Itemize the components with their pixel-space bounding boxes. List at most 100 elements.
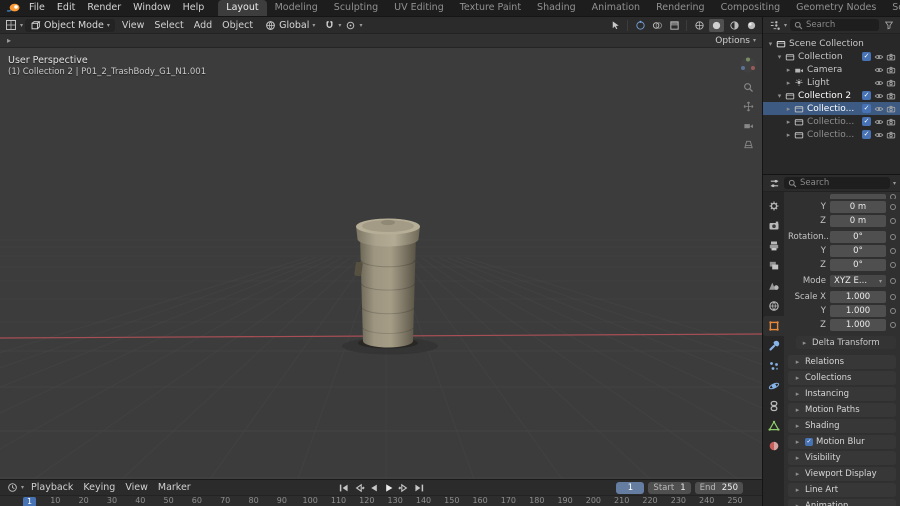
disable-in-renders-camera-icon[interactable] — [885, 104, 897, 114]
filter-icon[interactable] — [882, 19, 896, 32]
animate-decorator[interactable] — [890, 278, 896, 284]
outliner-row-collectio[interactable]: ▸ Collectio... ✓ — [763, 102, 900, 115]
properties-tab-render[interactable] — [763, 216, 784, 236]
jump-to-next-keyframe-button[interactable] — [397, 482, 410, 493]
animate-decorator[interactable] — [890, 308, 896, 314]
workspace-tab-uv-editing[interactable]: UV Editing — [386, 0, 452, 16]
panel-shading[interactable]: ▸ Shading — [788, 419, 896, 433]
animate-decorator[interactable] — [890, 194, 896, 199]
tool-settings-expand-icon[interactable]: ▸ — [7, 36, 11, 45]
disclosure-icon[interactable]: ▸ — [784, 105, 793, 113]
value-field-z[interactable]: 1.000 — [830, 319, 886, 331]
hide-in-viewport-eye-icon[interactable] — [873, 104, 885, 114]
properties-tab-object[interactable] — [763, 316, 784, 336]
properties-tab-world[interactable] — [763, 296, 784, 316]
show-overlays-icon[interactable] — [650, 19, 664, 32]
properties-tab-scene[interactable] — [763, 276, 784, 296]
disclosure-icon[interactable]: ▸ — [784, 131, 793, 139]
value-field[interactable] — [830, 194, 886, 199]
value-field-y[interactable]: 1.000 — [830, 305, 886, 317]
editor-type-timeline-icon[interactable] — [5, 481, 19, 494]
play-reverse-button[interactable] — [367, 482, 380, 493]
workspace-tab-sculpting[interactable]: Sculpting — [326, 0, 386, 16]
jump-to-start-button[interactable] — [337, 482, 350, 493]
mode-dropdown[interactable]: Object Mode ▾ — [25, 18, 115, 32]
disclosure-icon[interactable]: ▾ — [775, 53, 784, 61]
workspace-tab-compositing[interactable]: Compositing — [713, 0, 789, 16]
frame-end-field[interactable]: End 250 — [694, 481, 743, 494]
editor-type-dropdown-icon[interactable]: ▾ — [21, 484, 24, 491]
panel-motion-paths[interactable]: ▸ Motion Paths — [788, 403, 896, 417]
hide-in-viewport-eye-icon[interactable] — [873, 91, 885, 101]
properties-tab-output[interactable] — [763, 236, 784, 256]
timeline-menu-marker[interactable]: Marker — [153, 481, 196, 494]
editor-type-dropdown-icon[interactable]: ▾ — [20, 22, 23, 29]
panel-visibility[interactable]: ▸ Visibility — [788, 451, 896, 465]
value-field-z[interactable]: 0 m — [830, 215, 886, 227]
disable-in-renders-camera-icon[interactable] — [885, 117, 897, 127]
outliner-row-light[interactable]: ▸ Light — [763, 76, 900, 89]
panel-instancing[interactable]: ▸ Instancing — [788, 387, 896, 401]
value-field-y[interactable]: 0° — [830, 245, 886, 257]
workspace-tab-scripting[interactable]: Scripting — [884, 0, 900, 16]
menu-file[interactable]: File — [23, 0, 51, 15]
shading-material-icon[interactable] — [727, 19, 741, 32]
properties-tab-view-layer[interactable] — [763, 256, 784, 276]
properties-tab-constraints[interactable] — [763, 396, 784, 416]
exclude-checkbox[interactable]: ✓ — [862, 52, 871, 61]
animate-decorator[interactable] — [890, 204, 896, 210]
frame-start-field[interactable]: Start 1 — [648, 481, 691, 494]
pan-icon[interactable] — [743, 101, 754, 112]
menu-window[interactable]: Window — [127, 0, 176, 15]
show-gizmo-icon[interactable] — [633, 19, 647, 32]
workspace-tab-modeling[interactable]: Modeling — [267, 0, 326, 16]
play-button[interactable] — [382, 482, 395, 493]
outliner-row-scene-collection[interactable]: ▾ Scene Collection — [763, 37, 900, 50]
exclude-checkbox[interactable]: ✓ — [862, 130, 871, 139]
editor-type-dropdown-icon[interactable]: ▾ — [784, 22, 787, 29]
current-frame-field[interactable]: 1 — [616, 481, 645, 494]
panel-animation[interactable]: ▸ Animation — [788, 499, 896, 506]
shading-rendered-icon[interactable] — [744, 19, 758, 32]
perspective-toggle-icon[interactable] — [743, 139, 754, 150]
properties-tab-physics[interactable] — [763, 376, 784, 396]
properties-options-icon[interactable]: ▾ — [893, 180, 896, 187]
workspace-tab-texture-paint[interactable]: Texture Paint — [452, 0, 529, 16]
editor-type-outliner-icon[interactable] — [767, 19, 781, 32]
properties-tab-modifiers[interactable] — [763, 336, 784, 356]
camera-view-icon[interactable] — [743, 120, 754, 131]
workspace-tab-geometry-nodes[interactable]: Geometry Nodes — [788, 0, 884, 16]
motion-blur-checkbox[interactable]: ✓ — [805, 438, 813, 446]
editor-type-properties-icon[interactable] — [767, 177, 781, 190]
timeline-menu-keying[interactable]: Keying — [78, 481, 120, 494]
disclosure-icon[interactable]: ▸ — [784, 66, 793, 74]
3d-viewport[interactable]: User Perspective (1) Collection 2 | P01_… — [0, 48, 762, 479]
value-field-z[interactable]: 0° — [830, 259, 886, 271]
proportional-dropdown-icon[interactable]: ▾ — [359, 22, 362, 29]
value-field-y[interactable]: 0 m — [830, 201, 886, 213]
menu-edit[interactable]: Edit — [51, 0, 81, 15]
panel-motion-blur[interactable]: ▸ ✓ Motion Blur — [788, 435, 896, 449]
viewport-menu-view[interactable]: View — [117, 19, 150, 32]
selectability-icon[interactable] — [608, 19, 622, 32]
properties-search-input[interactable]: Search — [784, 177, 890, 189]
menu-render[interactable]: Render — [81, 0, 127, 15]
value-field-rotation[interactable]: 0° — [830, 231, 886, 243]
properties-tab-material[interactable] — [763, 436, 784, 456]
timeline-menu-playback[interactable]: Playback — [26, 481, 78, 494]
outliner-row-camera[interactable]: ▸ Camera — [763, 63, 900, 76]
animate-decorator[interactable] — [890, 322, 896, 328]
hide-in-viewport-eye-icon[interactable] — [873, 117, 885, 127]
zoom-icon[interactable] — [743, 82, 754, 93]
timeline-playhead[interactable]: 1 — [23, 496, 37, 506]
disclosure-icon[interactable]: ▸ — [784, 79, 793, 87]
disable-in-renders-camera-icon[interactable] — [885, 78, 897, 88]
menu-help[interactable]: Help — [177, 0, 211, 15]
proportional-editing-toggle[interactable] — [343, 19, 357, 32]
outliner-row-collection[interactable]: ▾ Collection ✓ — [763, 50, 900, 63]
options-dropdown[interactable]: Options ▾ — [715, 36, 756, 46]
viewport-menu-add[interactable]: Add — [189, 19, 217, 32]
workspace-tab-animation[interactable]: Animation — [584, 0, 648, 16]
snap-dropdown-icon[interactable]: ▾ — [338, 22, 341, 29]
value-field-scale-x[interactable]: 1.000 — [830, 291, 886, 303]
